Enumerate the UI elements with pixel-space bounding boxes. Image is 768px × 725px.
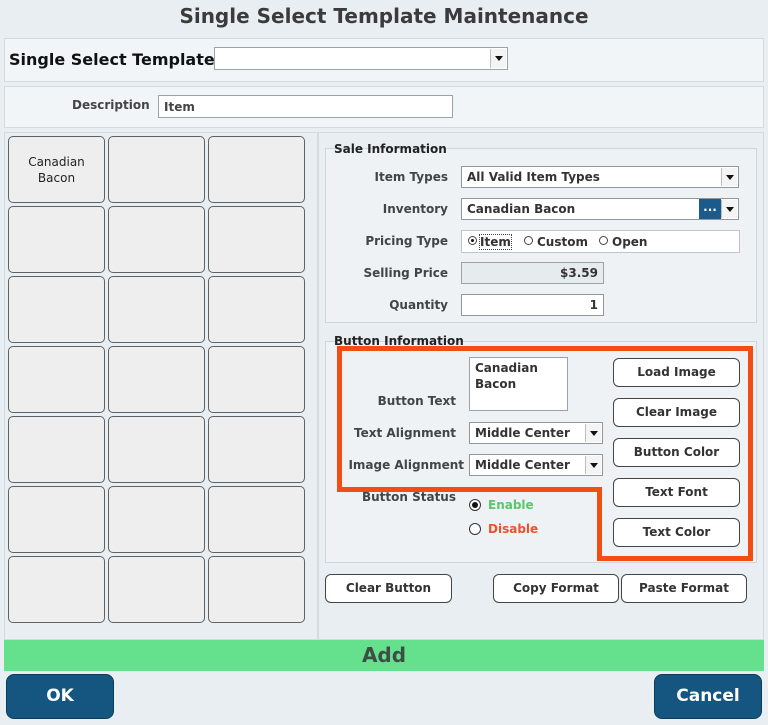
pricing-option-item[interactable]: Item xyxy=(479,234,512,250)
grid-cell[interactable] xyxy=(108,346,205,413)
pricing-type-label: Pricing Type xyxy=(365,234,448,248)
enable-label[interactable]: Enable xyxy=(488,498,534,512)
grid-cell[interactable] xyxy=(8,556,105,623)
disable-radio[interactable] xyxy=(469,523,481,535)
inventory-value: Canadian Bacon xyxy=(467,202,576,216)
sale-information-legend: Sale Information xyxy=(334,142,447,156)
grid-cell[interactable] xyxy=(208,556,305,623)
quantity-field[interactable]: 1 xyxy=(461,294,604,316)
item-types-label: Item Types xyxy=(374,170,448,184)
cancel-button[interactable]: Cancel xyxy=(654,674,762,719)
paste-format-button[interactable]: Paste Format xyxy=(621,574,747,603)
highlight-outline xyxy=(337,346,753,492)
pricing-radio-open[interactable] xyxy=(599,236,608,245)
chevron-down-icon[interactable] xyxy=(721,168,737,186)
enable-radio[interactable] xyxy=(469,499,481,511)
grid-cell[interactable] xyxy=(8,346,105,413)
selling-price-field: $3.59 xyxy=(461,262,604,284)
grid-cell[interactable] xyxy=(108,486,205,553)
item-types-select[interactable]: All Valid Item Types xyxy=(461,166,739,188)
button-grid: Canadian Bacon xyxy=(4,132,318,640)
grid-cell[interactable]: Canadian Bacon xyxy=(8,136,105,203)
inventory-browse-button[interactable]: ... xyxy=(699,199,721,219)
chevron-down-icon[interactable] xyxy=(490,49,506,68)
grid-cell[interactable] xyxy=(108,136,205,203)
templates-label: Single Select Templates xyxy=(9,50,225,69)
copy-format-button[interactable]: Copy Format xyxy=(493,574,619,603)
ok-button[interactable]: OK xyxy=(6,674,114,719)
pricing-option-open[interactable]: Open xyxy=(612,235,647,249)
item-types-value: All Valid Item Types xyxy=(467,170,600,184)
pricing-radio-item[interactable] xyxy=(468,236,477,245)
grid-cell[interactable] xyxy=(8,206,105,273)
pricing-radio-custom[interactable] xyxy=(524,236,533,245)
quantity-label: Quantity xyxy=(389,298,448,312)
inventory-select[interactable]: Canadian Bacon ... xyxy=(461,198,739,220)
grid-cell[interactable] xyxy=(208,416,305,483)
grid-cell[interactable] xyxy=(208,486,305,553)
inventory-label: Inventory xyxy=(382,202,448,216)
pricing-option-custom[interactable]: Custom xyxy=(537,235,588,249)
grid-cell[interactable] xyxy=(208,276,305,343)
grid-cell[interactable] xyxy=(208,136,305,203)
grid-cell[interactable] xyxy=(8,416,105,483)
description-label: Description xyxy=(72,98,150,112)
grid-cell[interactable] xyxy=(108,416,205,483)
grid-cell[interactable] xyxy=(8,276,105,343)
grid-cell[interactable] xyxy=(208,206,305,273)
grid-cell[interactable] xyxy=(8,486,105,553)
page-title: Single Select Template Maintenance xyxy=(179,4,589,28)
clear-button[interactable]: Clear Button xyxy=(325,574,452,603)
grid-cell[interactable] xyxy=(108,206,205,273)
grid-cell[interactable] xyxy=(208,346,305,413)
templates-select[interactable] xyxy=(214,47,508,70)
button-status-label: Button Status xyxy=(361,490,456,504)
description-input[interactable]: Item xyxy=(158,95,453,118)
grid-cell[interactable] xyxy=(108,556,205,623)
grid-cell[interactable] xyxy=(108,276,205,343)
chevron-down-icon[interactable] xyxy=(721,200,737,218)
add-button[interactable]: Add xyxy=(4,640,764,671)
pricing-type-group: Item Custom Open xyxy=(461,230,740,253)
disable-label[interactable]: Disable xyxy=(488,522,538,536)
highlight-outline xyxy=(597,487,753,561)
highlight-outline xyxy=(337,487,600,492)
selling-price-label: Selling Price xyxy=(363,266,448,280)
